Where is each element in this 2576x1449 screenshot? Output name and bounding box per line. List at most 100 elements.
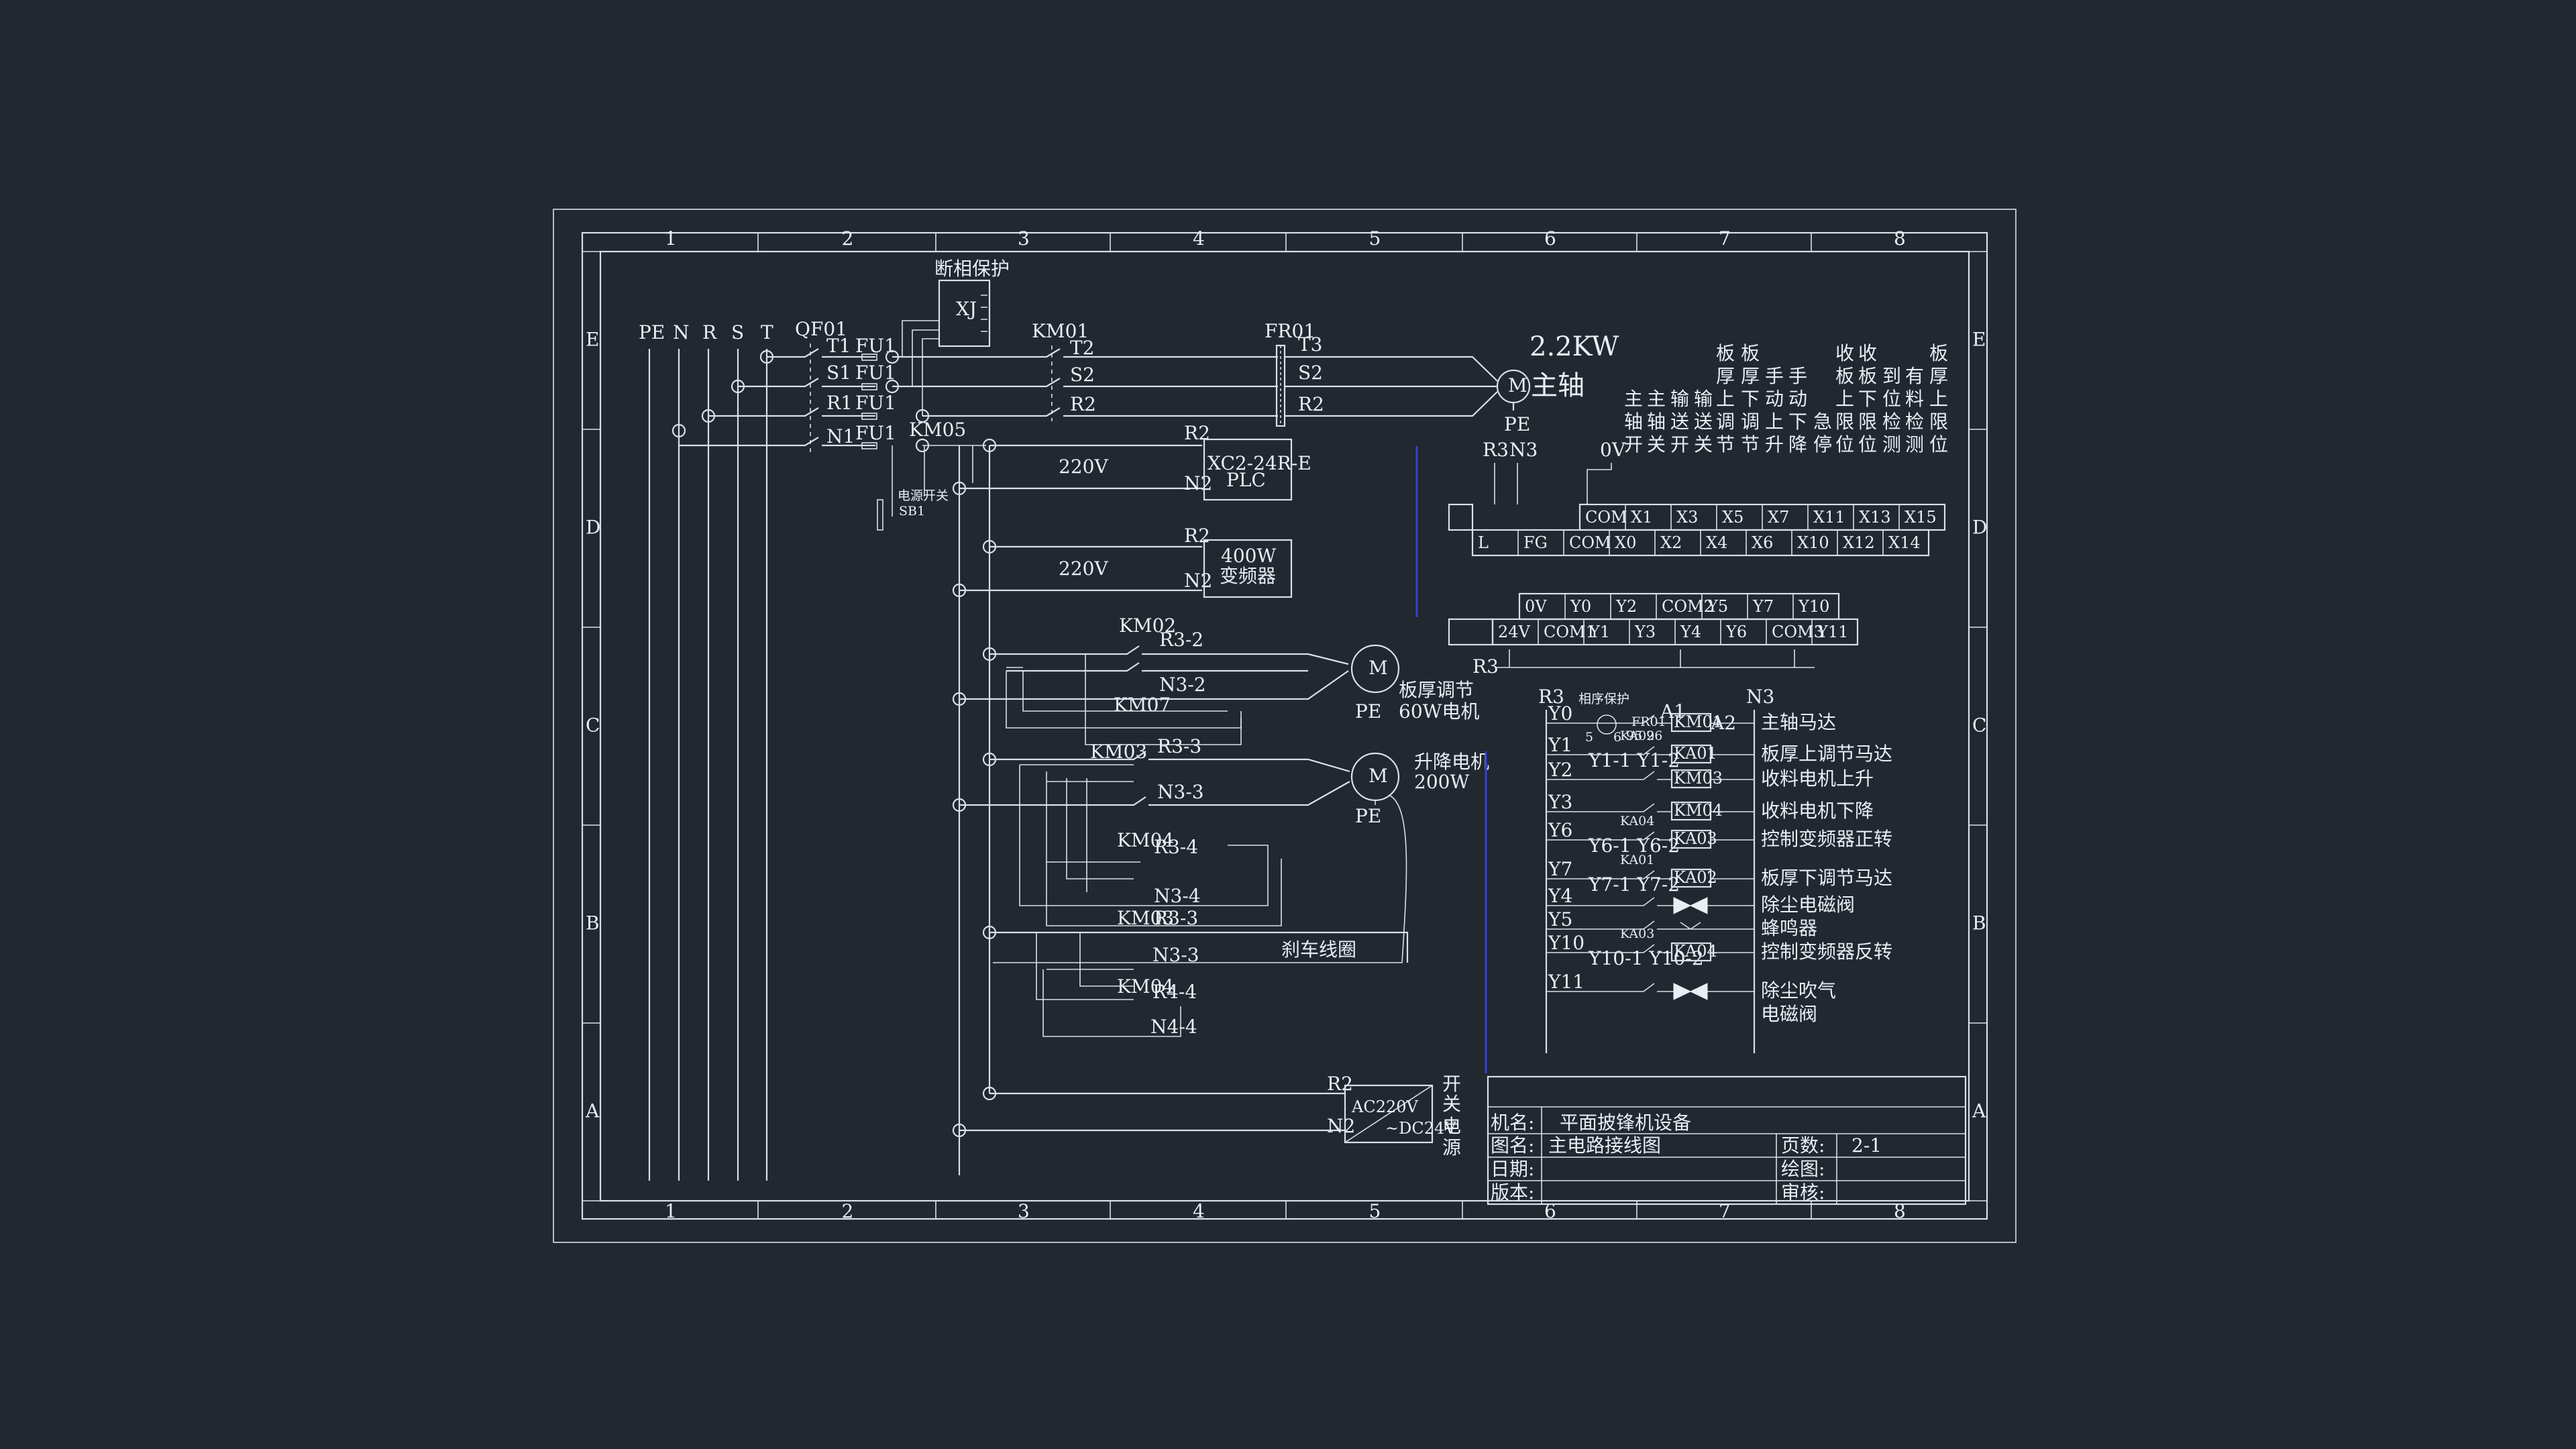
plc-input-terminal: X12 bbox=[1843, 533, 1875, 552]
main-motor-m: M bbox=[1508, 374, 1527, 396]
vfd-n2: N2 bbox=[1184, 570, 1212, 592]
plc-input-label-char: 开 bbox=[1670, 433, 1689, 455]
plc-input-terminal: X6 bbox=[1752, 533, 1773, 552]
plc-output-terminal: Y7 bbox=[1752, 597, 1774, 616]
plc-input-label-char: 上 bbox=[1716, 388, 1735, 410]
plc-output-terminal: COM2 bbox=[1662, 597, 1714, 616]
output-description: 板厚上调节马达 bbox=[1761, 743, 1892, 765]
contact-5: 5 bbox=[1585, 730, 1593, 745]
ladder-n3: N3 bbox=[1746, 686, 1774, 708]
plc-input-label-char: 限 bbox=[1929, 411, 1948, 433]
interlock-ka-label: KA04 bbox=[1620, 814, 1654, 828]
date-label: 日期: bbox=[1491, 1158, 1534, 1180]
plc-input-label-char: 限 bbox=[1835, 411, 1854, 433]
phase-protection-relay: 断相保护 XJ bbox=[902, 258, 1010, 416]
phase-out-t2: T2 bbox=[1070, 337, 1095, 359]
plc-output-terminal: 0V bbox=[1525, 597, 1547, 616]
plc-label: PLC bbox=[1226, 469, 1266, 491]
grid-row-label: A bbox=[585, 1100, 600, 1122]
plc-input-label-char: 升 bbox=[1765, 433, 1784, 455]
plc-input-label-char: 限 bbox=[1858, 411, 1877, 433]
plc-output-terminal: Y10 bbox=[1798, 597, 1829, 616]
output-y-label: Y5 bbox=[1548, 908, 1572, 930]
plc-output-terminal: Y5 bbox=[1707, 597, 1728, 616]
psu-input: AC220V bbox=[1351, 1097, 1419, 1116]
plc-output-terminal: COM1 bbox=[1544, 623, 1596, 641]
plc-input-terminal: COM bbox=[1569, 533, 1611, 552]
main-motor-name: 主轴 bbox=[1531, 370, 1585, 401]
coil-label: KA01 bbox=[1674, 744, 1717, 763]
vfd-voltage: 220V bbox=[1059, 557, 1108, 580]
grid-row-label: A bbox=[1972, 1100, 1986, 1122]
grid-row-label: D bbox=[1972, 517, 1987, 539]
coil-label: KA04 bbox=[1674, 942, 1717, 961]
plc-input-label-char: 关 bbox=[1694, 433, 1713, 455]
plc-input-row-bottom: L FG COM X0 X2 X4 X6 X10 X12 X14 bbox=[1471, 529, 1930, 557]
plc-input-terminal: FG bbox=[1523, 533, 1548, 552]
phase-seq-label: 相序保护 bbox=[1578, 692, 1629, 706]
output-description: 收料电机上升 bbox=[1761, 767, 1874, 790]
brake-r3-3-label: R3-3 bbox=[1154, 907, 1198, 929]
interlock-ka-label: KA01 bbox=[1620, 853, 1654, 867]
buzzer-icon bbox=[1672, 922, 1754, 930]
grid-column-label: 4 bbox=[1193, 1200, 1205, 1222]
plc-input-terminal: L bbox=[1478, 533, 1489, 552]
plc-input-terminal: X13 bbox=[1859, 508, 1891, 527]
plc-input-label-char: 检 bbox=[1905, 411, 1924, 433]
n3-4-label: N3-4 bbox=[1154, 885, 1201, 907]
drawing-name: 主电路接线图 bbox=[1548, 1134, 1661, 1157]
plc-output-row-top: 0V Y0 Y2 COM2Y5 Y7 Y10 bbox=[1518, 592, 1840, 621]
plc-input-label-char: 料 bbox=[1905, 388, 1924, 410]
vfd-supply: 220V R2 N2 400W 变频器 bbox=[952, 525, 1293, 598]
machine-name: 平面披锋机设备 bbox=[1560, 1112, 1691, 1134]
fuse-label-4: FU1 bbox=[855, 422, 896, 444]
plc-output-terminal: Y6 bbox=[1725, 623, 1747, 641]
thickness-motor-name: 板厚调节 bbox=[1399, 679, 1474, 701]
plc-input-label-char: 手 bbox=[1788, 365, 1807, 387]
plc-input-label-char: 动 bbox=[1765, 388, 1784, 410]
plc-output-terminal: COM3 bbox=[1772, 623, 1824, 641]
xj-label: XJ bbox=[956, 298, 977, 320]
bus-label-t: T bbox=[761, 321, 773, 343]
psu-label-1: 开 bbox=[1442, 1073, 1461, 1095]
plc-input-label-char: 节 bbox=[1716, 433, 1735, 455]
km05-label: KM05 bbox=[909, 419, 966, 441]
plc-0v: 0V bbox=[1600, 439, 1626, 461]
thickness-motor-circuit: KM02 R3-2 N3-2 KM07 M 板厚调节 60W电机 PE bbox=[952, 614, 1479, 745]
plc-input-label-char: 送 bbox=[1670, 411, 1689, 433]
output-y-label: Y4 bbox=[1548, 885, 1572, 907]
brake-circuit: KM03 R3-3 N3-3 KM04 R4-4 N4-4 刹车线圈 bbox=[982, 907, 1409, 1038]
plc-r2: R2 bbox=[1184, 422, 1210, 444]
plc-input-terminal: X15 bbox=[1904, 508, 1937, 527]
grid-column-label: 2 bbox=[842, 1200, 854, 1222]
lift-motor-circuit: KM03 R3-3 N3-3 KM04 R3-4 N3-4 M 升降电机 200… bbox=[952, 735, 1489, 963]
plc-input-terminal: X10 bbox=[1797, 533, 1829, 552]
sb1-label: SB1 bbox=[899, 504, 925, 519]
grid-row-label: B bbox=[586, 912, 600, 934]
plc-input-label-char: 停 bbox=[1813, 433, 1832, 455]
phase-out-r2: R2 bbox=[1070, 393, 1096, 415]
lift-motor-power: 200W bbox=[1414, 771, 1469, 793]
psu-r2: R2 bbox=[1327, 1073, 1353, 1095]
plc-input-label-char: 板 bbox=[1741, 342, 1760, 364]
plc-output-terminal: Y2 bbox=[1615, 597, 1637, 616]
drawer-label: 绘图: bbox=[1781, 1158, 1825, 1180]
plc-input-terminal: X2 bbox=[1660, 533, 1682, 552]
grid-column-label: 7 bbox=[1719, 227, 1731, 250]
output-y-label: Y7 bbox=[1548, 858, 1572, 880]
plc-output-terminal: Y11 bbox=[1817, 623, 1848, 641]
plc-input-label-char: 上 bbox=[1929, 388, 1948, 410]
plc-r3: R3 bbox=[1483, 439, 1509, 461]
plc-input-label-char: 调 bbox=[1716, 411, 1735, 433]
grid-column-label: 5 bbox=[1369, 1200, 1381, 1222]
switching-psu: R2 N2 AC220V ~DC24V 开 关 电 源 bbox=[952, 1073, 1461, 1159]
phase-in-s1: S1 bbox=[826, 362, 851, 384]
grid-column-label: 3 bbox=[1018, 1200, 1030, 1222]
phase-out3-s2: S2 bbox=[1298, 362, 1323, 384]
phase-out-t3: T3 bbox=[1298, 333, 1323, 356]
plc-input-label-char: 动 bbox=[1788, 388, 1807, 410]
plc-input-label-char: 有 bbox=[1905, 365, 1924, 387]
grid-row-label: C bbox=[586, 714, 600, 737]
r4-4-label: R4-4 bbox=[1152, 981, 1197, 1003]
plc-input-terminal: X5 bbox=[1722, 508, 1743, 527]
